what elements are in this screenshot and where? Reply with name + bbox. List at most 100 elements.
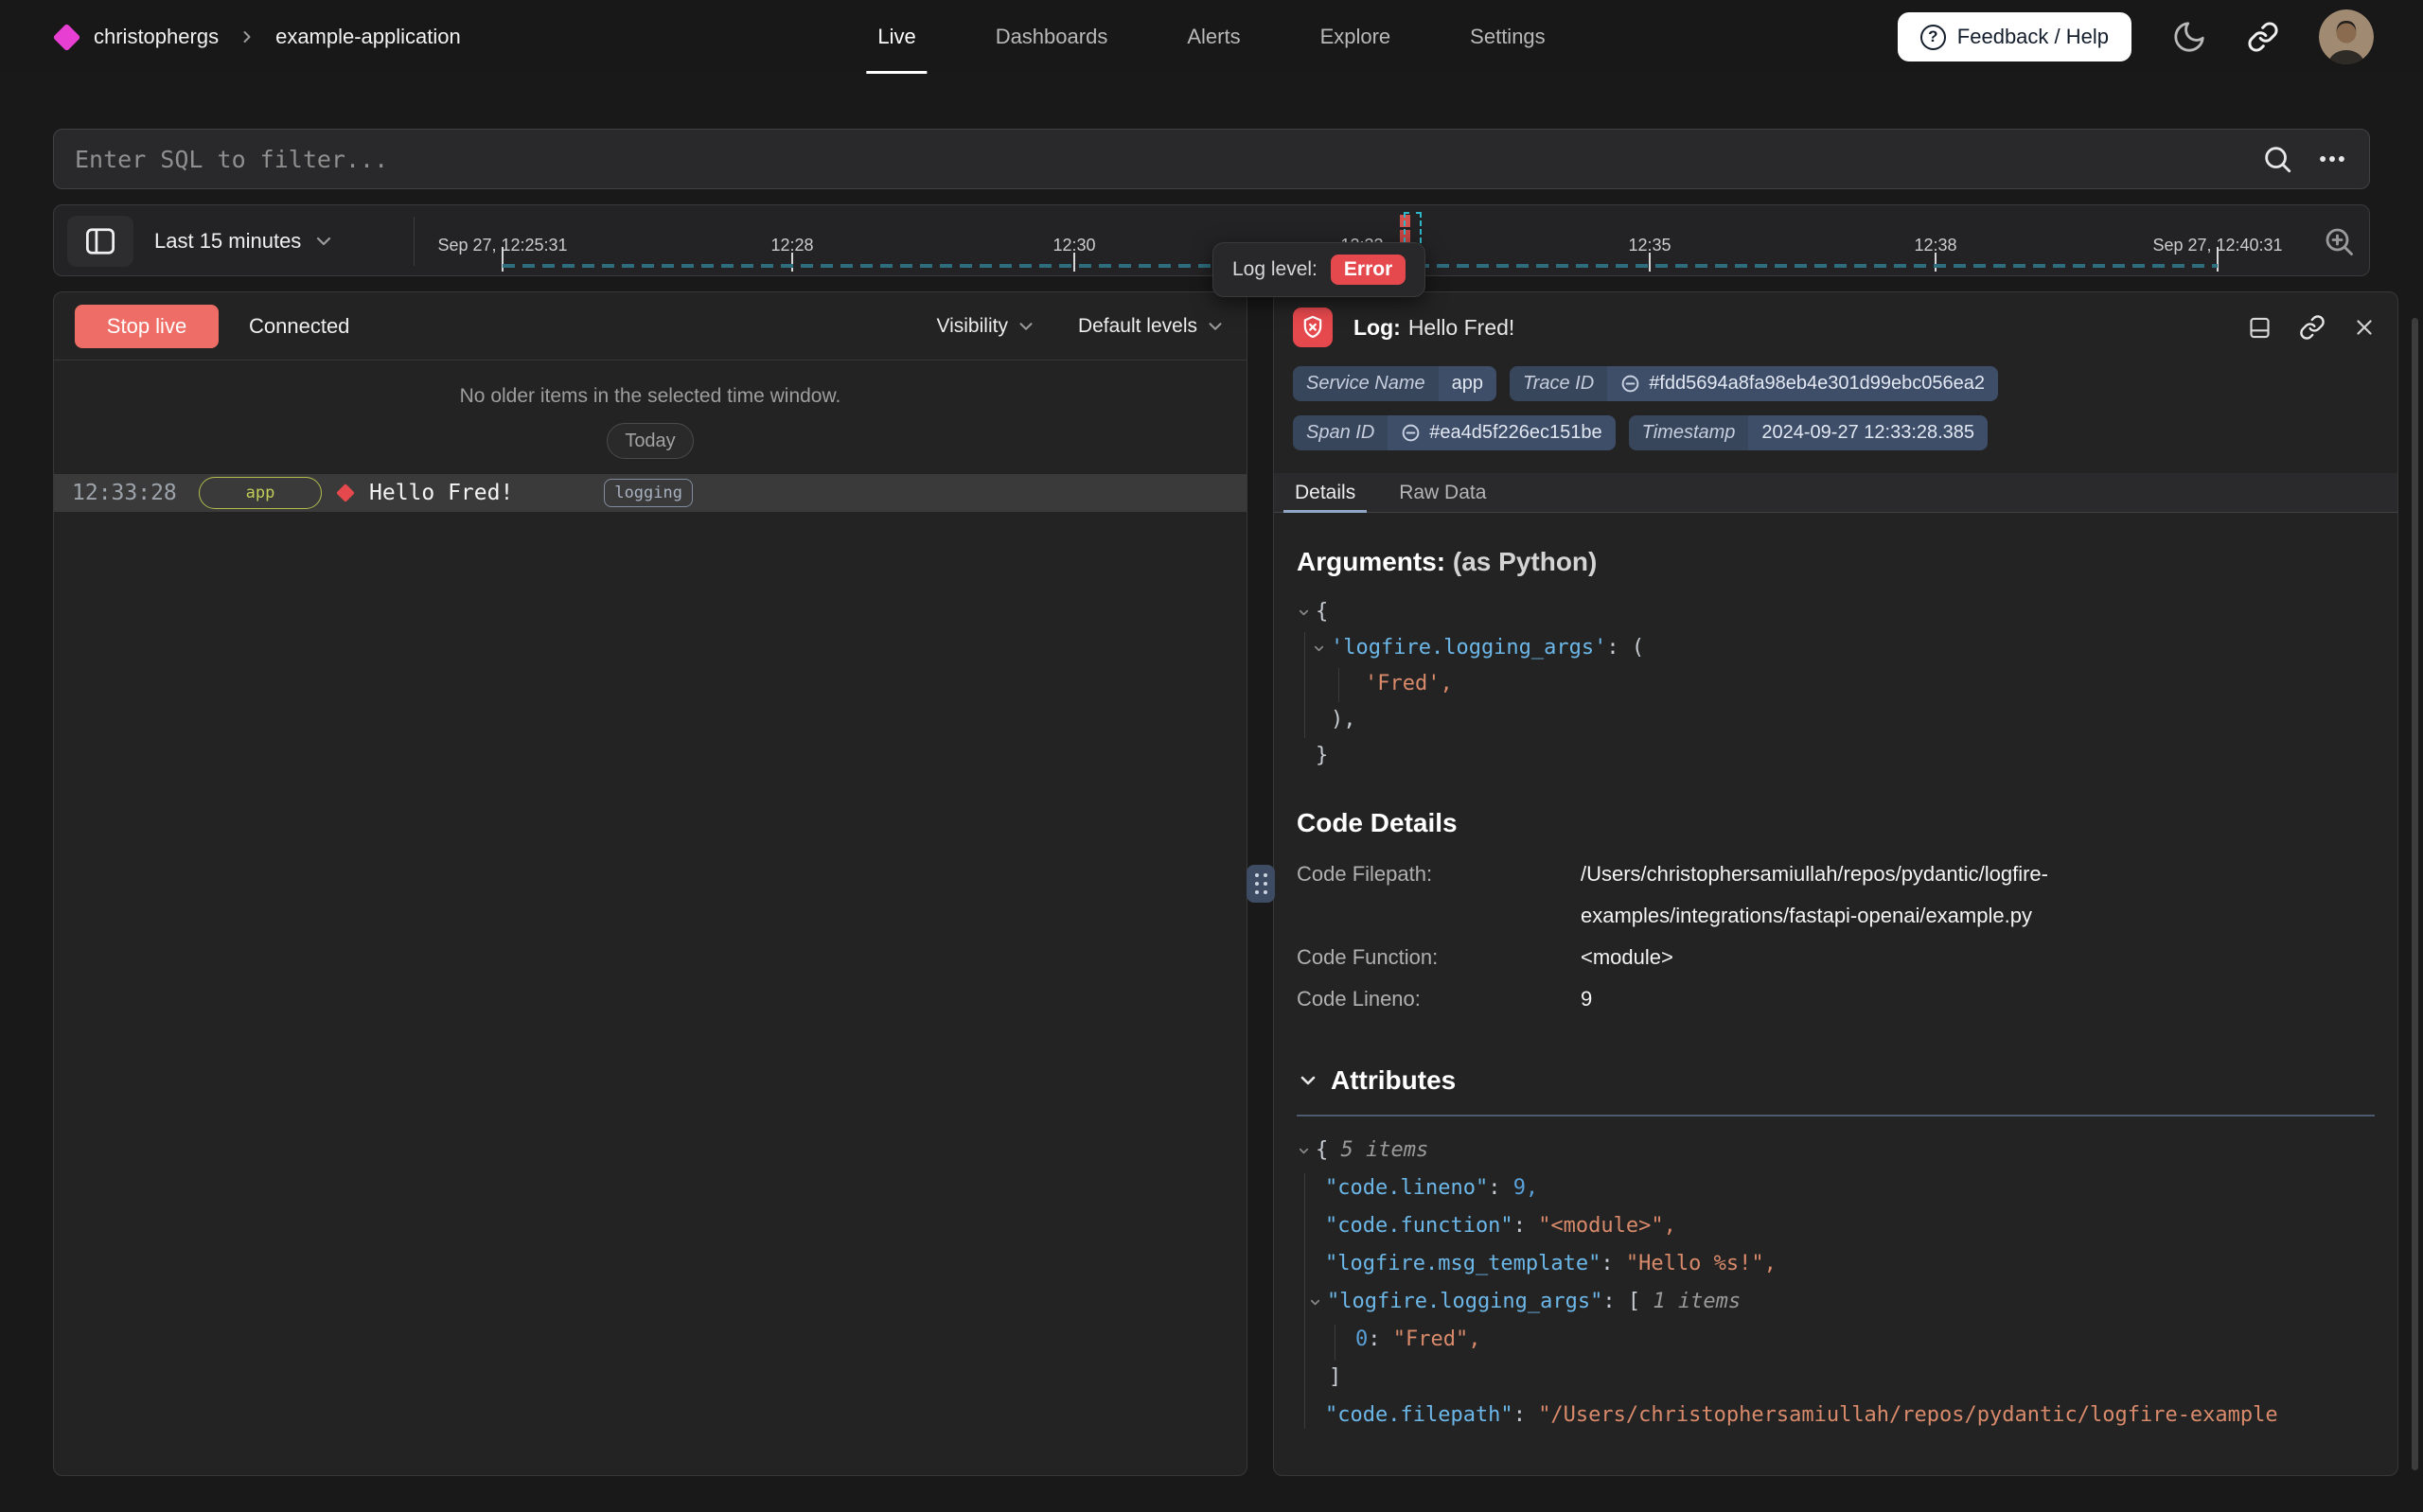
nav-tab-explore[interactable]: Explore xyxy=(1317,0,1395,74)
panel-resize-handle[interactable] xyxy=(1247,865,1275,903)
feedback-help-label: Feedback / Help xyxy=(1957,25,2109,49)
timeline-tick xyxy=(1935,253,1937,272)
top-nav: christophergs example-application Live D… xyxy=(0,0,2423,74)
error-level-badge: Error xyxy=(1331,255,1406,285)
log-detail-panel: Log: Hello Fred! Service Name app Trace I… xyxy=(1273,291,2398,1476)
code-lineno-label: Code Lineno: xyxy=(1297,978,1581,1020)
detail-tabs: Details Raw Data xyxy=(1274,473,2397,513)
stop-live-button[interactable]: Stop live xyxy=(75,305,219,348)
error-diamond-icon xyxy=(336,483,355,502)
timeline-tick xyxy=(791,253,793,272)
logfire-logo-icon[interactable] xyxy=(53,23,81,51)
sql-filter-input[interactable] xyxy=(75,146,2261,173)
sidebar-toggle-icon[interactable] xyxy=(67,216,133,267)
code-function-label: Code Function: xyxy=(1297,937,1581,978)
attributes-json-block: { 5 items "code.lineno": 9, "code.functi… xyxy=(1297,1132,2375,1434)
nav-tab-dashboards[interactable]: Dashboards xyxy=(992,0,1112,74)
default-levels-dropdown[interactable]: Default levels xyxy=(1078,315,1226,338)
connection-status: Connected xyxy=(249,314,349,339)
visibility-label: Visibility xyxy=(936,315,1007,338)
nav-actions: ? Feedback / Help xyxy=(1898,0,2423,74)
service-name-badge: Service Name app xyxy=(1293,366,1496,401)
tab-details[interactable]: Details xyxy=(1293,473,1357,512)
badge-value: app xyxy=(1439,366,1496,401)
sql-filter-bar xyxy=(53,129,2370,189)
code-details-heading: Code Details xyxy=(1297,808,2375,838)
close-icon[interactable] xyxy=(2352,315,2377,340)
live-logs-panel: Stop live Connected Visibility Default l… xyxy=(53,291,1247,1476)
collapse-chevron-icon[interactable] xyxy=(1297,1133,1316,1169)
more-options-icon[interactable] xyxy=(2316,143,2348,175)
nav-tab-alerts[interactable]: Alerts xyxy=(1183,0,1244,74)
timeline-tick xyxy=(502,247,504,272)
timestamp-value: 2024-09-27 12:33:28.385 xyxy=(1748,415,1988,450)
detail-title-text: Hello Fred! xyxy=(1408,315,1514,340)
visibility-dropdown[interactable]: Visibility xyxy=(936,315,1035,338)
search-icon[interactable] xyxy=(2261,143,2293,175)
chevron-down-icon xyxy=(1205,316,1226,337)
chevron-down-icon xyxy=(312,230,335,253)
feedback-help-button[interactable]: ? Feedback / Help xyxy=(1898,12,2131,62)
share-link-icon[interactable] xyxy=(2247,21,2279,53)
breadcrumb-org[interactable]: christophergs xyxy=(94,25,219,49)
question-icon: ? xyxy=(1920,25,1946,50)
empty-window-message: No older items in the selected time wind… xyxy=(54,385,1247,408)
log-row[interactable]: 12:33:28 app Hello Fred! logging xyxy=(54,474,1247,512)
attributes-heading: Attributes xyxy=(1331,1065,1456,1096)
code-filepath-value: /Users/christophersamiullah/repos/pydant… xyxy=(1581,853,2375,937)
arguments-code-block: { 'logfire.logging_args': ( 'Fred', ), } xyxy=(1297,594,2375,774)
link-icon xyxy=(1620,374,1640,394)
copy-link-icon[interactable] xyxy=(2299,314,2326,341)
chevron-down-icon xyxy=(1297,1069,1319,1092)
drag-dots-icon xyxy=(1255,873,1267,894)
nav-tabs: Live Dashboards Alerts Explore Settings xyxy=(874,0,1548,74)
span-id-badge[interactable]: Span ID #ea4d5f226ec151be xyxy=(1293,415,1616,450)
attributes-section-toggle[interactable]: Attributes xyxy=(1297,1065,2375,1096)
tooltip-label: Log level: xyxy=(1232,258,1318,281)
chevron-down-icon xyxy=(1016,316,1036,337)
collapse-chevron-icon[interactable] xyxy=(1308,1284,1327,1320)
divider xyxy=(1297,1115,2375,1116)
nav-tab-settings[interactable]: Settings xyxy=(1466,0,1549,74)
badge-label: Trace ID xyxy=(1510,366,1607,401)
metadata-badges: Service Name app Trace ID #fdd5694a8fa98… xyxy=(1274,347,2397,450)
code-lineno-value: 9 xyxy=(1581,978,2375,1020)
time-range-bar: Last 15 minutes Sep 27, 12:25:31 12:28 1… xyxy=(53,204,2370,276)
default-levels-label: Default levels xyxy=(1078,315,1197,338)
code-filepath-label: Code Filepath: xyxy=(1297,853,1581,937)
dock-panel-icon[interactable] xyxy=(2247,315,2273,341)
arguments-heading: Arguments: (as Python) xyxy=(1297,547,2375,577)
chevron-right-icon xyxy=(238,27,256,46)
link-icon xyxy=(1401,423,1421,443)
collapse-chevron-icon[interactable] xyxy=(1312,630,1331,666)
dark-mode-moon-icon[interactable] xyxy=(2171,19,2207,55)
service-badge[interactable]: app xyxy=(199,477,322,509)
tab-raw-data[interactable]: Raw Data xyxy=(1397,473,1488,512)
live-panel-header: Stop live Connected Visibility Default l… xyxy=(54,292,1247,360)
scrollbar[interactable] xyxy=(2412,318,2418,1470)
today-button[interactable]: Today xyxy=(607,423,693,459)
span-id-value: #ea4d5f226ec151be xyxy=(1429,422,1601,444)
nav-tab-live[interactable]: Live xyxy=(874,0,919,74)
collapse-chevron-icon[interactable] xyxy=(1297,594,1316,630)
log-time: 12:33:28 xyxy=(72,481,178,505)
error-shield-icon xyxy=(1293,308,1333,347)
code-function-value: <module> xyxy=(1581,937,2375,978)
time-range-select[interactable]: Last 15 minutes xyxy=(149,229,341,254)
divider xyxy=(414,217,415,266)
code-details-rows: Code Filepath: /Users/christophersamiull… xyxy=(1297,853,2375,1020)
zoom-in-icon[interactable] xyxy=(2322,224,2356,258)
timestamp-badge: Timestamp 2024-09-27 12:33:28.385 xyxy=(1629,415,1988,450)
trace-id-badge[interactable]: Trace ID #fdd5694a8fa98eb4e301d99ebc056e… xyxy=(1510,366,1998,401)
detail-title: Log: Hello Fred! xyxy=(1353,315,1514,341)
detail-header: Log: Hello Fred! xyxy=(1274,292,2397,347)
detail-title-prefix: Log: xyxy=(1353,315,1401,340)
log-message: Hello Fred! xyxy=(369,481,513,505)
badge-label: Span ID xyxy=(1293,415,1388,450)
user-avatar[interactable] xyxy=(2319,9,2374,64)
breadcrumb-project[interactable]: example-application xyxy=(275,25,461,49)
timeline-tick xyxy=(2217,247,2219,272)
logging-tag-badge[interactable]: logging xyxy=(604,479,693,507)
time-range-label: Last 15 minutes xyxy=(154,229,301,254)
badge-label: Timestamp xyxy=(1629,415,1749,450)
